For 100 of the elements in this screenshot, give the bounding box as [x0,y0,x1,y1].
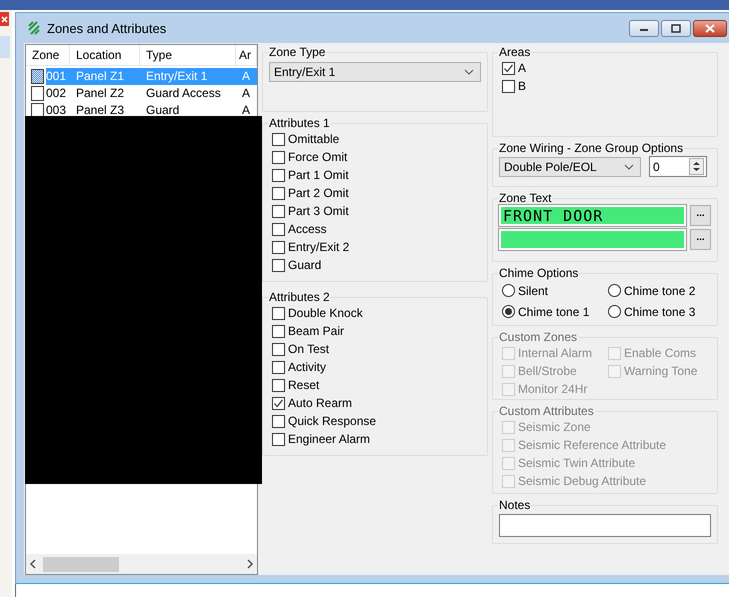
zone-type-dropdown[interactable]: Entry/Exit 1 [269,62,481,82]
checkbox[interactable] [272,414,285,428]
checkbox-label: Part 1 Omit [288,168,349,182]
close-icon [705,24,715,32]
checkbox-label: Guard [288,258,322,272]
group-label: Areas [498,45,532,59]
checkbox[interactable] [272,324,285,338]
checkbox[interactable] [272,204,285,218]
checkbox-label: Enable Coms [624,346,696,360]
checkbox-label: Seismic Zone [518,420,591,434]
group-label: Zone Type [268,45,326,59]
column-header[interactable]: Ar [236,45,257,65]
checkbox-label: Bell/Strobe [518,364,577,378]
checkbox[interactable] [272,432,285,446]
table-cell[interactable]: A [242,85,257,102]
table-cell[interactable]: 003 [46,102,76,119]
zone-wiring-dropdown[interactable]: Double Pole/EOL [499,156,641,176]
notes-field[interactable] [499,514,711,537]
table-cell[interactable]: Guard Access [146,85,242,102]
spin-arrows-icon[interactable] [689,158,704,175]
checkbox[interactable] [272,222,285,236]
close-button[interactable] [0,12,9,26]
checkbox-label: Activity [288,360,326,374]
table-cell[interactable]: 002 [46,85,76,102]
group-label: Attributes 1 [268,116,331,130]
checkbox-label: Seismic Twin Attribute [518,456,636,470]
browse-button[interactable]: ... [690,229,711,250]
row-checkbox-icon[interactable] [31,86,44,101]
radio-label: Chime tone 3 [624,304,696,318]
checkbox-label: Part 2 Omit [288,186,349,200]
zone-text-field[interactable]: FRONT DOOR [499,205,686,226]
checkbox[interactable] [272,378,285,392]
group-label: Zone Text [498,191,552,205]
radio-button[interactable] [608,305,621,318]
table-cell[interactable]: Panel Z2 [76,85,146,102]
app-logo-icon [26,20,42,36]
maximize-button[interactable] [661,20,691,36]
checkbox-label: Auto Rearm [288,396,352,410]
group-label: Attributes 2 [268,290,331,304]
group-label: Custom Zones [498,330,578,344]
checkbox[interactable] [502,62,515,74]
checkbox-label: Part 3 Omit [288,204,349,218]
checkbox-label: Access [288,222,327,236]
checkbox-label: Beam Pair [288,324,344,338]
checkbox[interactable] [272,240,285,254]
column-header[interactable]: Type [140,45,236,65]
checkbox[interactable] [272,360,285,374]
radio-label: Chime tone 1 [518,304,590,318]
checkbox-label: Omittable [288,132,340,146]
checkbox[interactable] [272,258,285,272]
minimize-button[interactable] [629,20,659,36]
checkbox-label: Double Knock [288,306,363,320]
checkbox-label: Monitor 24Hr [518,382,588,396]
radio-label: Silent [518,284,548,298]
side-panel [0,36,10,58]
group-label: Zone Wiring - Zone Group Options [498,141,684,155]
checkbox-label: Engineer Alarm [288,432,370,446]
checkbox-label: Quick Response [288,414,376,428]
close-button[interactable] [693,20,727,36]
checkbox-label: A [518,61,526,75]
zone-text-field[interactable] [499,229,686,250]
checkbox-label: Reset [288,378,320,392]
checkbox[interactable] [272,132,285,146]
radio-label: Chime tone 2 [624,284,696,298]
checkbox[interactable] [272,150,285,164]
zone-group-spinner[interactable]: 0 [649,156,707,177]
checkbox-label: Warning Tone [624,364,698,378]
checkbox-label: Internal Alarm [518,346,592,360]
group-label: Custom Attributes [498,404,595,418]
checkbox[interactable] [272,186,285,200]
checkbox[interactable] [272,306,285,320]
checkbox-label: Force Omit [288,150,348,164]
radio-button[interactable] [502,305,515,318]
checkbox-label: Seismic Reference Attribute [518,438,666,452]
radio-button[interactable] [608,284,621,297]
group-label: Notes [498,498,532,512]
table-cell[interactable]: Panel Z3 [76,102,146,119]
scroll-left-icon[interactable] [29,559,37,569]
checkbox[interactable] [272,168,285,182]
horizontal-scrollbar[interactable] [26,554,257,574]
group-label: Chime Options [498,266,580,280]
table-cell[interactable]: Guard [146,102,242,119]
window-title: Zones and Attributes [47,20,168,36]
scroll-right-icon[interactable] [246,559,254,569]
column-header[interactable]: Zone [26,45,70,65]
checkbox[interactable] [272,342,285,356]
checkbox[interactable] [272,396,285,410]
maximize-icon [671,24,681,32]
row-checkbox-icon[interactable] [31,69,44,84]
table-cell[interactable]: A [242,102,257,119]
radio-button[interactable] [502,284,515,297]
column-header[interactable]: Location [70,45,140,65]
checkbox-label: Seismic Debug Attribute [518,474,646,488]
chevron-down-icon [464,69,474,75]
scroll-thumb[interactable] [43,556,119,572]
browse-button[interactable]: ... [690,205,711,226]
checkbox-label: Entry/Exit 2 [288,240,350,254]
checkbox-label: B [518,79,526,93]
checkbox-label: On Test [288,342,330,356]
checkbox[interactable] [502,80,515,92]
